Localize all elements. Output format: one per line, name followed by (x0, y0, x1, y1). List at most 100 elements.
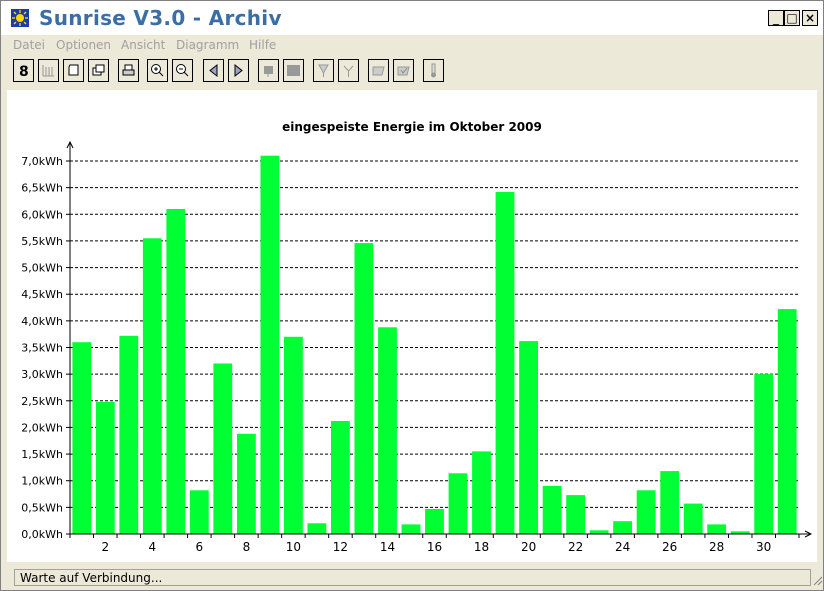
tool-down-icon[interactable] (313, 59, 334, 82)
x-tick-label: 28 (709, 540, 724, 554)
y-tick-label: 4,5kWh (21, 288, 63, 301)
bar-day-3 (119, 335, 139, 534)
x-tick-label: 10 (286, 540, 301, 554)
resize-grip-icon[interactable] (813, 569, 823, 586)
number-eight-icon[interactable]: 8 (13, 59, 34, 82)
energy-bar-chart: eingespeiste Energie im Oktober 2009 0,0… (21, 120, 813, 554)
y-tick-label: 5,0kWh (21, 262, 63, 275)
previous-icon[interactable] (203, 59, 224, 82)
folder-down-icon[interactable] (368, 59, 389, 82)
x-tick-label: 30 (756, 540, 771, 554)
x-tick-label: 6 (195, 540, 203, 554)
menu-hilfe[interactable]: Hilfe (249, 38, 276, 52)
y-tick-label: 6,5kWh (21, 182, 63, 195)
windows-icon[interactable] (88, 59, 109, 82)
bar-day-28 (707, 524, 727, 534)
x-tick-label: 12 (333, 540, 348, 554)
y-tick-label: 1,5kWh (21, 448, 63, 461)
sun-icon (11, 9, 29, 27)
y-tick-label: 1,0kWh (21, 475, 63, 488)
close-button[interactable]: × (802, 10, 818, 26)
bar-day-18 (472, 451, 491, 534)
zoom-in-icon[interactable] (147, 59, 168, 82)
bar-day-24 (613, 521, 632, 534)
menu-bar: Datei Optionen Ansicht Diagramm Hilfe (1, 37, 823, 55)
x-tick-label: 26 (662, 540, 677, 554)
bars (72, 155, 797, 535)
bar-day-23 (589, 530, 609, 534)
bar-day-30 (754, 374, 774, 534)
x-tick-label: 16 (427, 540, 442, 554)
menu-diagramm[interactable]: Diagramm (176, 38, 239, 52)
bar-day-14 (378, 327, 397, 534)
x-tick-label: 4 (148, 540, 156, 554)
svg-text:8: 8 (19, 64, 29, 78)
zoom-out-icon[interactable] (172, 59, 193, 82)
scroll-icon[interactable] (63, 59, 84, 82)
tool-pin-icon[interactable] (338, 59, 359, 82)
next-icon[interactable] (228, 59, 249, 82)
bar-day-15 (401, 524, 421, 534)
filled-square-icon[interactable] (283, 59, 304, 82)
minimize-button[interactable]: _ (768, 10, 784, 26)
x-tick-label: 8 (243, 540, 251, 554)
x-tick-label: 2 (101, 540, 109, 554)
bar-day-5 (166, 209, 186, 534)
folder-check-icon[interactable] (393, 59, 414, 82)
thermometer-icon[interactable] (423, 59, 444, 82)
x-tick-label: 14 (380, 540, 395, 554)
chart-title: eingespeiste Energie im Oktober 2009 (282, 120, 542, 134)
bar-day-20 (519, 341, 538, 534)
title-bar[interactable]: Sunrise V3.0 - Archiv _ □ × (1, 1, 823, 35)
bar-day-19 (495, 191, 515, 534)
bar-day-4 (142, 238, 162, 535)
y-tick-label: 3,0kWh (21, 368, 63, 381)
printer-icon[interactable] (118, 59, 139, 82)
y-tick-label: 0,5kWh (21, 501, 63, 514)
y-tick-label: 0,0kWh (21, 528, 63, 541)
bar-day-26 (660, 471, 680, 534)
app-window: Sunrise V3.0 - Archiv _ □ × Datei Option… (0, 0, 824, 591)
x-tick-label: 18 (474, 540, 489, 554)
x-tick-label: 20 (521, 540, 536, 554)
chart-grid-icon[interactable] (38, 59, 59, 82)
chart-panel: eingespeiste Energie im Oktober 2009 0,0… (7, 90, 817, 562)
y-tick-label: 4,0kWh (21, 315, 63, 328)
y-tick-label: 2,5kWh (21, 395, 63, 408)
x-tick-labels: 2 4 6 8 10 12 14 16 18 20 22 24 26 28 30 (101, 540, 771, 554)
bar-day-13 (354, 243, 374, 534)
square-pin-icon[interactable] (258, 59, 279, 82)
menu-optionen[interactable]: Optionen (56, 38, 111, 52)
menu-ansicht[interactable]: Ansicht (121, 38, 165, 52)
window-title: Sunrise V3.0 - Archiv (39, 6, 282, 30)
menu-datei[interactable]: Datei (13, 38, 45, 52)
y-tick-label: 5,5kWh (21, 235, 63, 248)
bar-day-17 (448, 473, 468, 534)
bar-day-27 (683, 503, 703, 534)
bar-day-10 (284, 336, 303, 534)
maximize-button[interactable]: □ (784, 10, 800, 26)
y-tick-label: 7,0kWh (21, 155, 63, 168)
status-bar: Warte auf Verbindung... (14, 569, 811, 586)
bar-day-6 (189, 490, 209, 534)
bar-day-31 (777, 309, 797, 534)
status-text: Warte auf Verbindung... (20, 571, 163, 585)
bar-day-25 (636, 490, 656, 534)
bar-day-21 (542, 486, 562, 534)
bar-day-16 (425, 509, 444, 534)
bar-day-12 (331, 421, 350, 534)
toolbar: 8 (1, 57, 823, 85)
y-tick-labels: 0,0kWh 0,5kWh 1,0kWh 1,5kWh 2,0kWh 2,5kWh 3,0k… (21, 155, 63, 541)
bar-day-7 (213, 363, 233, 534)
bar-day-1 (72, 342, 92, 534)
y-tick-label: 3,5kWh (21, 342, 63, 355)
bar-day-2 (95, 401, 115, 534)
bar-day-8 (237, 433, 256, 534)
x-tick-label: 22 (568, 540, 583, 554)
x-tick-label: 24 (615, 540, 630, 554)
y-tick-label: 2,0kWh (21, 421, 63, 434)
bar-day-22 (566, 495, 585, 534)
bar-day-9 (260, 155, 280, 534)
bar-day-11 (307, 523, 327, 534)
y-tick-label: 6,0kWh (21, 208, 63, 221)
